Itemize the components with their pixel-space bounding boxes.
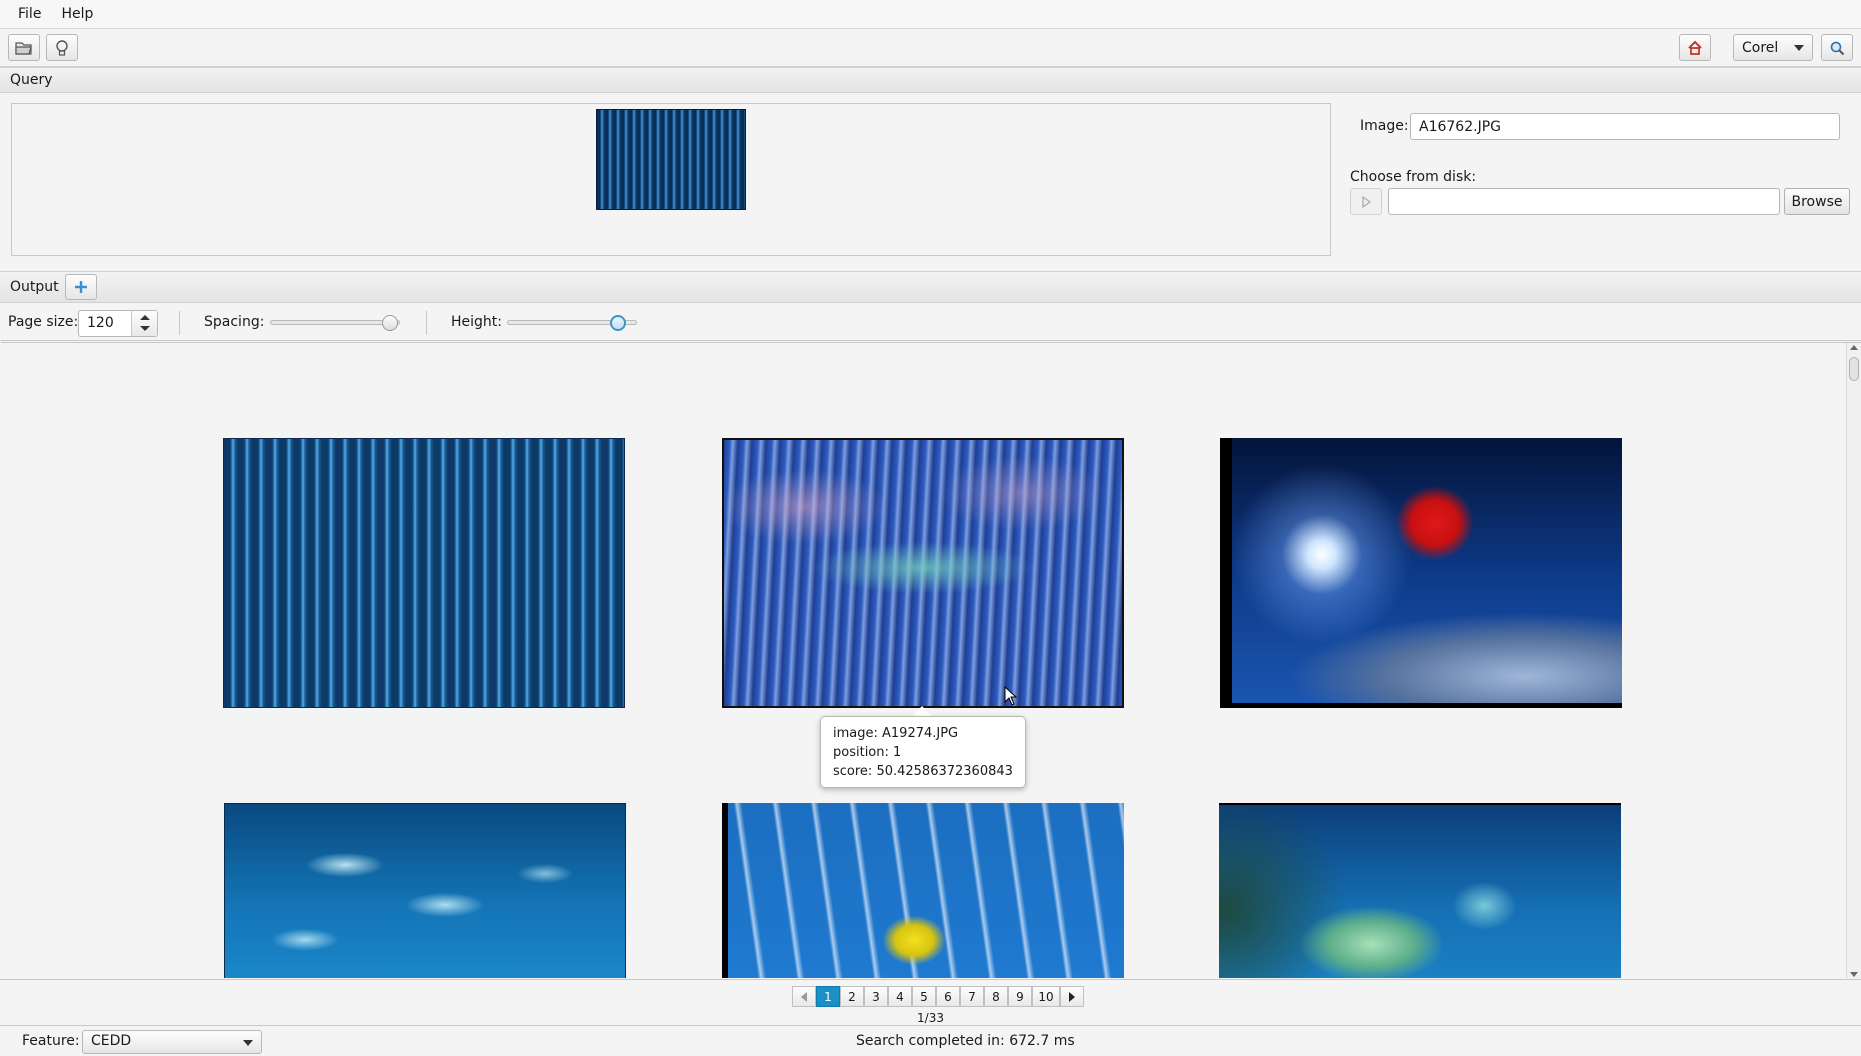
height-label: Height: (451, 314, 502, 330)
feature-select[interactable]: CEDD (82, 1030, 262, 1054)
page-size-value: 120 (87, 315, 114, 331)
page-size-spinner[interactable]: 120 (78, 310, 158, 337)
menu-file[interactable]: File (8, 4, 51, 24)
query-preview-panel (11, 103, 1331, 256)
dataset-select-value: Corel (1742, 39, 1779, 56)
pagination-bar: 1 2 3 4 5 6 7 8 9 10 1/33 (0, 979, 1861, 1025)
page-button-5[interactable]: 5 (912, 986, 936, 1007)
chevron-down-icon (1794, 45, 1804, 51)
result-thumbnail[interactable] (1220, 438, 1622, 708)
prev-page-button[interactable] (792, 986, 816, 1007)
scroll-down-icon[interactable] (1850, 972, 1858, 977)
output-options-bar: Page size: 120 Spacing: Height: (0, 303, 1861, 341)
status-bar: Feature: CEDD Search completed in: 672.7… (0, 1025, 1861, 1056)
page-size-label: Page size: (8, 314, 79, 330)
page-button-9[interactable]: 9 (1008, 986, 1032, 1007)
output-header: Output (0, 271, 1861, 303)
status-message: Search completed in: 672.7 ms (856, 1033, 1075, 1049)
height-slider-thumb[interactable] (610, 315, 626, 331)
page-button-7[interactable]: 7 (960, 986, 984, 1007)
query-image-thumbnail (596, 109, 746, 210)
results-scrollbar[interactable] (1846, 343, 1861, 978)
page-count: 1/33 (917, 1011, 944, 1025)
result-thumbnail[interactable] (722, 803, 1124, 978)
hint-button[interactable] (46, 34, 78, 61)
home-icon (1688, 40, 1702, 55)
chevron-left-icon (801, 991, 807, 1002)
next-page-button[interactable] (1060, 986, 1084, 1007)
page-size-stepper[interactable] (131, 311, 157, 336)
file-path-field[interactable] (1388, 188, 1780, 215)
result-thumbnail[interactable] (722, 438, 1124, 708)
page-button-3[interactable]: 3 (864, 986, 888, 1007)
output-header-label: Output (10, 279, 59, 295)
scroll-up-icon[interactable] (1850, 345, 1858, 350)
page-button-10[interactable]: 10 (1032, 986, 1060, 1007)
page-button-4[interactable]: 4 (888, 986, 912, 1007)
choose-from-disk-label: Choose from disk: (1350, 169, 1477, 185)
page-button-6[interactable]: 6 (936, 986, 960, 1007)
page-button-2[interactable]: 2 (840, 986, 864, 1007)
result-thumbnail[interactable] (223, 438, 625, 708)
feature-label: Feature: (22, 1033, 80, 1049)
image-name-field[interactable] (1410, 113, 1840, 140)
magnifier-icon (1830, 41, 1845, 55)
increment-icon[interactable] (140, 315, 150, 320)
tooltip-position-line: position: 1 (833, 745, 902, 760)
run-query-button[interactable] (1350, 188, 1382, 215)
page-button-1[interactable]: 1 (816, 986, 840, 1007)
browse-button[interactable]: Browse (1784, 188, 1850, 215)
add-output-button[interactable] (64, 274, 97, 300)
spacing-slider-thumb[interactable] (382, 315, 398, 331)
query-header-label: Query (10, 72, 53, 88)
dataset-select[interactable]: Corel (1733, 34, 1813, 61)
menu-bar: File Help (0, 0, 1861, 29)
plus-icon (74, 281, 87, 293)
lightbulb-icon (56, 39, 68, 56)
spacing-label: Spacing: (204, 314, 265, 330)
toolbar: Corel (0, 29, 1861, 67)
query-header: Query (0, 67, 1861, 93)
page-button-8[interactable]: 8 (984, 986, 1008, 1007)
results-grid (1, 342, 1861, 978)
divider (426, 311, 427, 335)
chevron-right-icon (1069, 991, 1075, 1002)
open-folder-button[interactable] (8, 34, 40, 61)
spacing-slider-track[interactable] (270, 320, 400, 325)
menu-help[interactable]: Help (51, 4, 103, 24)
search-button[interactable] (1821, 34, 1853, 61)
result-tooltip: image: A19274.JPG position: 1 score: 50.… (820, 716, 1026, 788)
result-thumbnail[interactable] (224, 803, 626, 978)
tooltip-score-line: score: 50.42586372360843 (833, 764, 1013, 779)
chevron-down-icon (243, 1040, 253, 1046)
image-label: Image: (1360, 118, 1409, 134)
pagination: 1 2 3 4 5 6 7 8 9 10 (792, 986, 1084, 1007)
browse-button-label: Browse (1791, 193, 1843, 210)
play-icon (1362, 195, 1372, 208)
folder-open-icon (15, 41, 32, 55)
scrollbar-thumb[interactable] (1849, 357, 1859, 381)
divider (179, 311, 180, 335)
feature-select-value: CEDD (91, 1033, 132, 1049)
mouse-cursor-icon (1004, 686, 1018, 706)
decrement-icon[interactable] (140, 326, 150, 331)
home-button[interactable] (1679, 34, 1711, 61)
result-thumbnail[interactable] (1219, 803, 1621, 978)
tooltip-image-line: image: A19274.JPG (833, 726, 959, 741)
